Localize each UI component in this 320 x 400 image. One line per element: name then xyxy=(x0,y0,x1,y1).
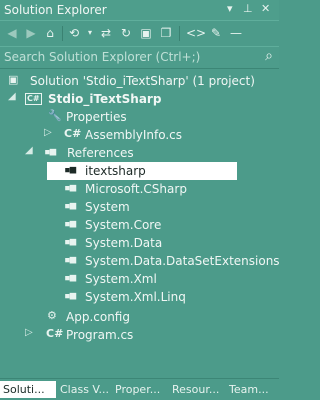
tree-item-properties[interactable]: 🔧 Properties xyxy=(0,108,279,126)
reference-label: System.Data.DataSetExtensions xyxy=(85,254,280,268)
assemblyinfo-label: AssemblyInfo.cs xyxy=(85,128,183,142)
tree-item-reference[interactable]: ▪■ System.Data xyxy=(0,234,279,252)
home-icon[interactable]: ⌂ xyxy=(42,25,58,41)
properties-label: Properties xyxy=(66,110,127,124)
reference-label: System xyxy=(85,200,130,214)
search-box[interactable]: Search Solution Explorer (Ctrl+;) ⌕ xyxy=(0,47,279,69)
collapse-arrow-icon[interactable]: ◢ xyxy=(8,91,16,102)
toolbar-separator xyxy=(179,26,180,41)
collapse-all-icon[interactable]: ▣ xyxy=(138,25,154,41)
search-icon[interactable]: ⌕ xyxy=(265,48,273,64)
tree-item-reference[interactable]: ▪■ System.Core xyxy=(0,216,279,234)
toolbar-overflow-icon[interactable]: — xyxy=(228,25,244,41)
tree-item-reference[interactable]: ▪■ System.Data.DataSetExtensions xyxy=(0,252,280,270)
project-label: Stdio_iTextSharp xyxy=(48,92,162,106)
tab-resource-view[interactable]: Resour... xyxy=(169,381,228,398)
reference-icon: ▪■ xyxy=(64,217,76,230)
csharp-file-icon: C# xyxy=(46,327,64,340)
solution-tree: ▣ Solution 'Stdio_iTextSharp' (1 project… xyxy=(0,70,280,375)
tab-solution-explorer[interactable]: Soluti... xyxy=(0,381,56,398)
forward-icon[interactable]: ▶ xyxy=(23,25,39,41)
reference-label: Microsoft.CSharp xyxy=(85,182,187,196)
tree-item-reference[interactable]: ▪■ System.Xml xyxy=(0,270,279,288)
collapse-arrow-icon[interactable]: ◢ xyxy=(25,145,33,156)
search-input[interactable]: Search Solution Explorer (Ctrl+;) xyxy=(4,50,200,64)
reference-icon: ▪■ xyxy=(64,271,76,284)
tree-item-app-config[interactable]: ⚙ App.config xyxy=(0,308,279,326)
expand-arrow-icon[interactable]: ▷ xyxy=(44,127,52,138)
reference-icon: ▪■ xyxy=(64,289,76,302)
reference-label: System.Core xyxy=(85,218,162,232)
dropdown-icon[interactable]: ▾ xyxy=(227,2,233,15)
tree-item-assemblyinfo[interactable]: ▷ C# AssemblyInfo.cs xyxy=(0,126,279,144)
reference-label: System.Xml.Linq xyxy=(85,290,186,304)
csharp-project-icon: C# xyxy=(25,93,42,105)
toolbar: ◀ ▶ ⌂ ⟲ ▾ ⇄ ↻ ▣ ❐ <> ✎ — xyxy=(0,20,279,47)
reference-icon: ▪■ xyxy=(64,253,76,266)
tree-item-reference[interactable]: ▪■ System.Xml.Linq xyxy=(0,288,279,306)
back-icon[interactable]: ◀ xyxy=(4,25,20,41)
reference-icon: ▪■ xyxy=(64,181,76,194)
panel-title-bar: Solution Explorer ▾ ⊥ ✕ xyxy=(0,0,279,20)
tree-item-references[interactable]: ◢ ▪■ References xyxy=(0,144,279,162)
tree-item-reference[interactable]: ▪■ System xyxy=(0,198,279,216)
toolbar-separator xyxy=(62,26,63,41)
tree-item-reference-itextsharp[interactable]: ▪■ itextsharp xyxy=(47,162,237,180)
solution-label: Solution 'Stdio_iTextSharp' (1 project) xyxy=(30,74,255,88)
reference-label: System.Data xyxy=(85,236,163,250)
reference-label: itextsharp xyxy=(85,164,146,178)
tree-item-reference[interactable]: ▪■ Microsoft.CSharp xyxy=(0,180,279,198)
csharp-file-icon: C# xyxy=(64,127,82,140)
sync-icon[interactable]: ⇄ xyxy=(98,25,114,41)
wrench-icon: 🔧 xyxy=(48,109,62,122)
app-config-label: App.config xyxy=(66,310,130,324)
expand-arrow-icon[interactable]: ▷ xyxy=(25,327,33,338)
references-icon: ▪■ xyxy=(44,145,56,158)
show-all-files-icon[interactable]: ❐ xyxy=(158,25,174,41)
bottom-tab-strip: Soluti... Class V... Proper... Resour...… xyxy=(0,378,279,400)
panel-title: Solution Explorer xyxy=(4,3,107,17)
reference-label: System.Xml xyxy=(85,272,157,286)
close-icon[interactable]: ✕ xyxy=(261,2,270,15)
tab-properties[interactable]: Proper... xyxy=(112,381,170,398)
program-label: Program.cs xyxy=(66,328,134,342)
tree-item-project[interactable]: ◢ C# Stdio_iTextSharp xyxy=(0,90,279,108)
refresh-icon[interactable]: ↻ xyxy=(118,25,134,41)
solution-icon: ▣ xyxy=(8,73,19,86)
tab-team-explorer[interactable]: Team... xyxy=(226,381,282,398)
reference-icon: ▪■ xyxy=(64,199,76,212)
tree-item-solution[interactable]: ▣ Solution 'Stdio_iTextSharp' (1 project… xyxy=(0,72,279,90)
code-icon[interactable]: <> xyxy=(186,25,206,41)
solution-explorer-panel: Solution Explorer ▾ ⊥ ✕ ◀ ▶ ⌂ ⟲ ▾ ⇄ ↻ ▣ … xyxy=(0,0,280,400)
history-icon[interactable]: ⟲ xyxy=(66,25,82,41)
reference-icon: ▪■ xyxy=(64,235,76,248)
config-file-icon: ⚙ xyxy=(47,309,57,322)
tree-item-program[interactable]: ▷ C# Program.cs xyxy=(0,326,279,344)
tab-class-view[interactable]: Class V... xyxy=(57,381,113,398)
reference-icon: ▪■ xyxy=(64,163,76,176)
properties-icon[interactable]: ✎ xyxy=(208,25,224,41)
history-dropdown-icon[interactable]: ▾ xyxy=(82,25,98,41)
references-label: References xyxy=(67,146,134,160)
pin-icon[interactable]: ⊥ xyxy=(243,2,253,15)
